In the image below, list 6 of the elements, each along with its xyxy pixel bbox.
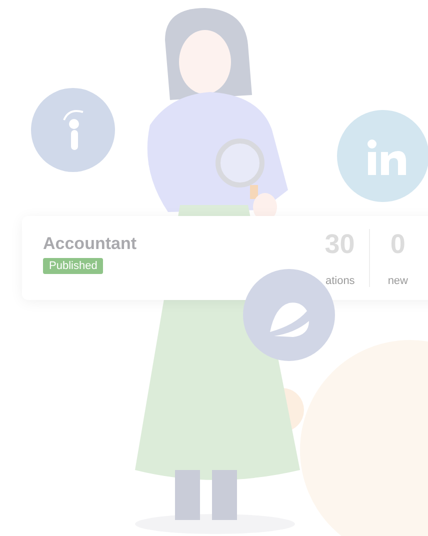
job-title: Accountant [43, 234, 136, 254]
linkedin-icon [337, 110, 428, 202]
info-icon [31, 88, 115, 172]
stat-label: new [388, 275, 408, 287]
status-badge: Published [43, 258, 104, 274]
stat-label: ations [325, 275, 355, 287]
